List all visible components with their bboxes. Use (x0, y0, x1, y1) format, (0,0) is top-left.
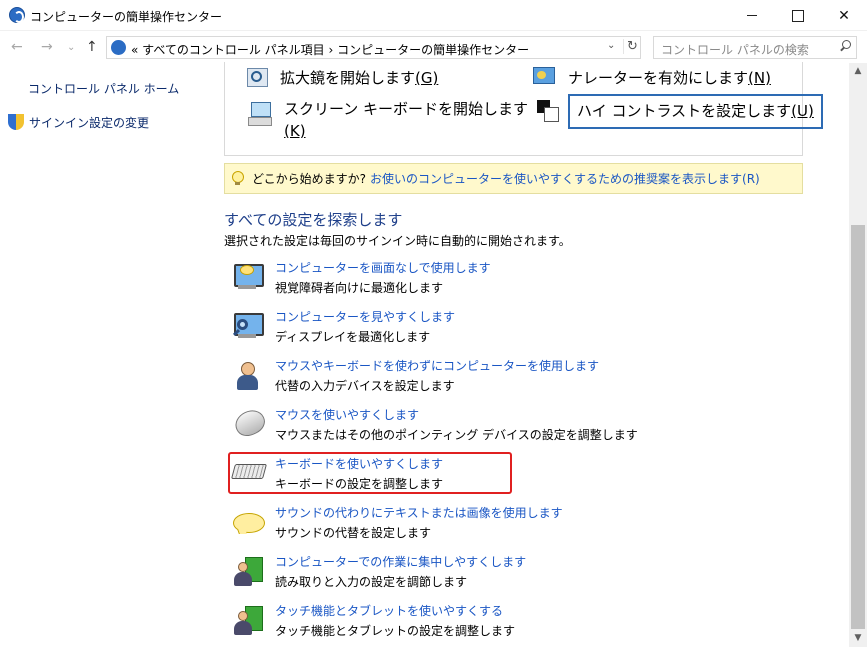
maximize-button[interactable] (775, 0, 821, 31)
enable-narrator-button[interactable]: ナレーターを有効にします(N) (533, 67, 771, 89)
section-heading: すべての設定を探索します (224, 211, 403, 229)
signin-settings-label: サインイン設定の変更 (29, 116, 150, 130)
narrator-label-text: ナレーターを有効にします (568, 69, 749, 87)
address-bar[interactable]: « すべてのコントロール パネル項目 › コンピューターの簡単操作センター ⌄ … (106, 36, 641, 59)
high-contrast-icon (537, 100, 559, 122)
list-item: タッチ機能とタブレットを使いやすくする タッチ機能とタブレットの設定を調整します (230, 602, 520, 642)
signin-settings-link[interactable]: サインイン設定の変更 (8, 114, 149, 131)
up-button[interactable]: ↑ (86, 39, 98, 55)
scroll-down-arrow-icon[interactable]: ▼ (849, 630, 867, 647)
osk-label-text: スクリーン キーボードを開始します (284, 100, 529, 118)
search-placeholder: コントロール パネルの検索 (661, 43, 809, 57)
list-item: コンピューターでの作業に集中しやすくします 読み取りと入力の設定を調節します (230, 553, 526, 593)
magnifier-label: 拡大鏡を開始します(G) (280, 67, 438, 89)
shield-icon (8, 114, 24, 131)
item-link-sound-alternatives[interactable]: サウンドの代わりにテキストまたは画像を使用します (275, 504, 563, 521)
item-description: タッチ機能とタブレットの設定を調整します (275, 624, 516, 638)
osk-label: スクリーン キーボードを開始します (K) (284, 98, 528, 142)
set-high-contrast-button[interactable]: ハイ コントラストを設定します(U) (537, 94, 823, 129)
item-description: サウンドの代替を設定します (275, 526, 432, 540)
list-item: コンピューターを画面なしで使用します 視覚障碍者向けに最適化します (230, 259, 520, 299)
address-dropdown-button[interactable]: ⌄ (607, 40, 615, 51)
item-link-touch-tablet[interactable]: タッチ機能とタブレットを使いやすくする (275, 602, 503, 619)
magnifier-icon (247, 68, 269, 90)
control-panel-home-link[interactable]: コントロール パネル ホーム (28, 80, 179, 97)
item-description: 読み取りと入力の設定を調節します (275, 575, 468, 589)
item-link-easier-to-see[interactable]: コンピューターを見やすくします (275, 308, 455, 325)
highlight-box (228, 452, 512, 494)
list-item: コンピューターを見やすくします ディスプレイを最適化します (230, 308, 520, 348)
title-bar: コンピューターの簡単操作センター ✕ (0, 0, 867, 31)
item-link-no-display[interactable]: コンピューターを画面なしで使用します (275, 259, 491, 276)
ease-of-access-icon (9, 7, 25, 23)
list-item: マウスやキーボードを使わずにコンピューターを使用します 代替の入力デバイスを設定… (230, 357, 599, 397)
navigation-bar: ← → ⌄ ↑ « すべてのコントロール パネル項目 › コンピューターの簡単操… (0, 31, 867, 63)
start-on-screen-keyboard-button[interactable]: スクリーン キーボードを開始します (K) (248, 98, 528, 142)
window-title: コンピューターの簡単操作センター (30, 10, 223, 24)
narrator-label: ナレーターを有効にします(N) (568, 67, 771, 89)
osk-accesskey: (K) (284, 122, 306, 140)
minimize-button[interactable] (729, 0, 775, 31)
item-description: 代替の入力デバイスを設定します (275, 379, 455, 393)
person-icon (232, 360, 264, 392)
people-tablet-icon (232, 605, 264, 637)
bubble-overlay (240, 265, 254, 275)
list-item: マウスを使いやすくします マウスまたはその他のポインティング デバイスの設定を調… (230, 406, 638, 446)
list-item: サウンドの代わりにテキストまたは画像を使用します サウンドの代替を設定します (230, 504, 563, 544)
item-link-without-mouse-keyboard[interactable]: マウスやキーボードを使わずにコンピューターを使用します (275, 357, 599, 374)
back-button[interactable]: ← (11, 39, 23, 55)
item-link-mouse[interactable]: マウスを使いやすくします (275, 406, 419, 423)
section-subtitle: 選択された設定は毎回のサインイン時に自動的に開始されます。 (224, 234, 571, 248)
scrollbar-thumb[interactable] (851, 225, 865, 629)
scroll-up-arrow-icon[interactable]: ▲ (849, 63, 867, 80)
monitor-bubble-icon (232, 262, 264, 294)
high-contrast-accesskey: (U) (791, 102, 814, 120)
breadcrumb[interactable]: « すべてのコントロール パネル項目 › コンピューターの簡単操作センター (131, 41, 529, 58)
high-contrast-label: ハイ コントラストを設定します(U) (568, 94, 823, 129)
monitor-magnifier-icon (232, 311, 264, 343)
control-panel-icon (111, 40, 126, 55)
tip-bar: どこから始めますか? お使いのコンピューターを使いやすくするための推奨案を表示し… (224, 163, 803, 194)
item-description: マウスまたはその他のポインティング デバイスの設定を調整します (275, 428, 638, 442)
person-head (238, 611, 248, 621)
forward-button[interactable]: → (41, 39, 53, 55)
lens-overlay (237, 319, 248, 330)
search-input[interactable]: コントロール パネルの検索 (653, 36, 857, 59)
magnifier-accesskey: (G) (415, 69, 439, 87)
tip-question: どこから始めますか? (252, 172, 367, 186)
refresh-button[interactable]: ↻ (623, 39, 638, 54)
person-head (238, 562, 248, 572)
narrator-accesskey: (N) (748, 69, 771, 87)
magnifier-label-text: 拡大鏡を開始します (280, 69, 416, 87)
recommendations-link[interactable]: お使いのコンピューターを使いやすくするための推奨案を表示します(R) (370, 170, 760, 187)
narrator-icon (533, 67, 557, 89)
mouse-icon (232, 409, 264, 441)
start-magnifier-button[interactable]: 拡大鏡を開始します(G) (247, 67, 438, 90)
item-description: 視覚障碍者向けに最適化します (275, 281, 444, 295)
on-screen-keyboard-icon (248, 102, 272, 126)
search-icon[interactable] (839, 40, 851, 52)
lightbulb-icon (232, 171, 244, 186)
people-icon (232, 556, 264, 588)
close-button[interactable]: ✕ (821, 0, 867, 31)
item-description: ディスプレイを最適化します (275, 330, 431, 344)
speech-bubble-icon (232, 507, 265, 539)
recent-locations-button[interactable]: ⌄ (67, 42, 75, 53)
item-link-focus[interactable]: コンピューターでの作業に集中しやすくします (275, 553, 526, 570)
high-contrast-label-text: ハイ コントラストを設定します (577, 102, 792, 120)
lens-handle (232, 328, 241, 337)
